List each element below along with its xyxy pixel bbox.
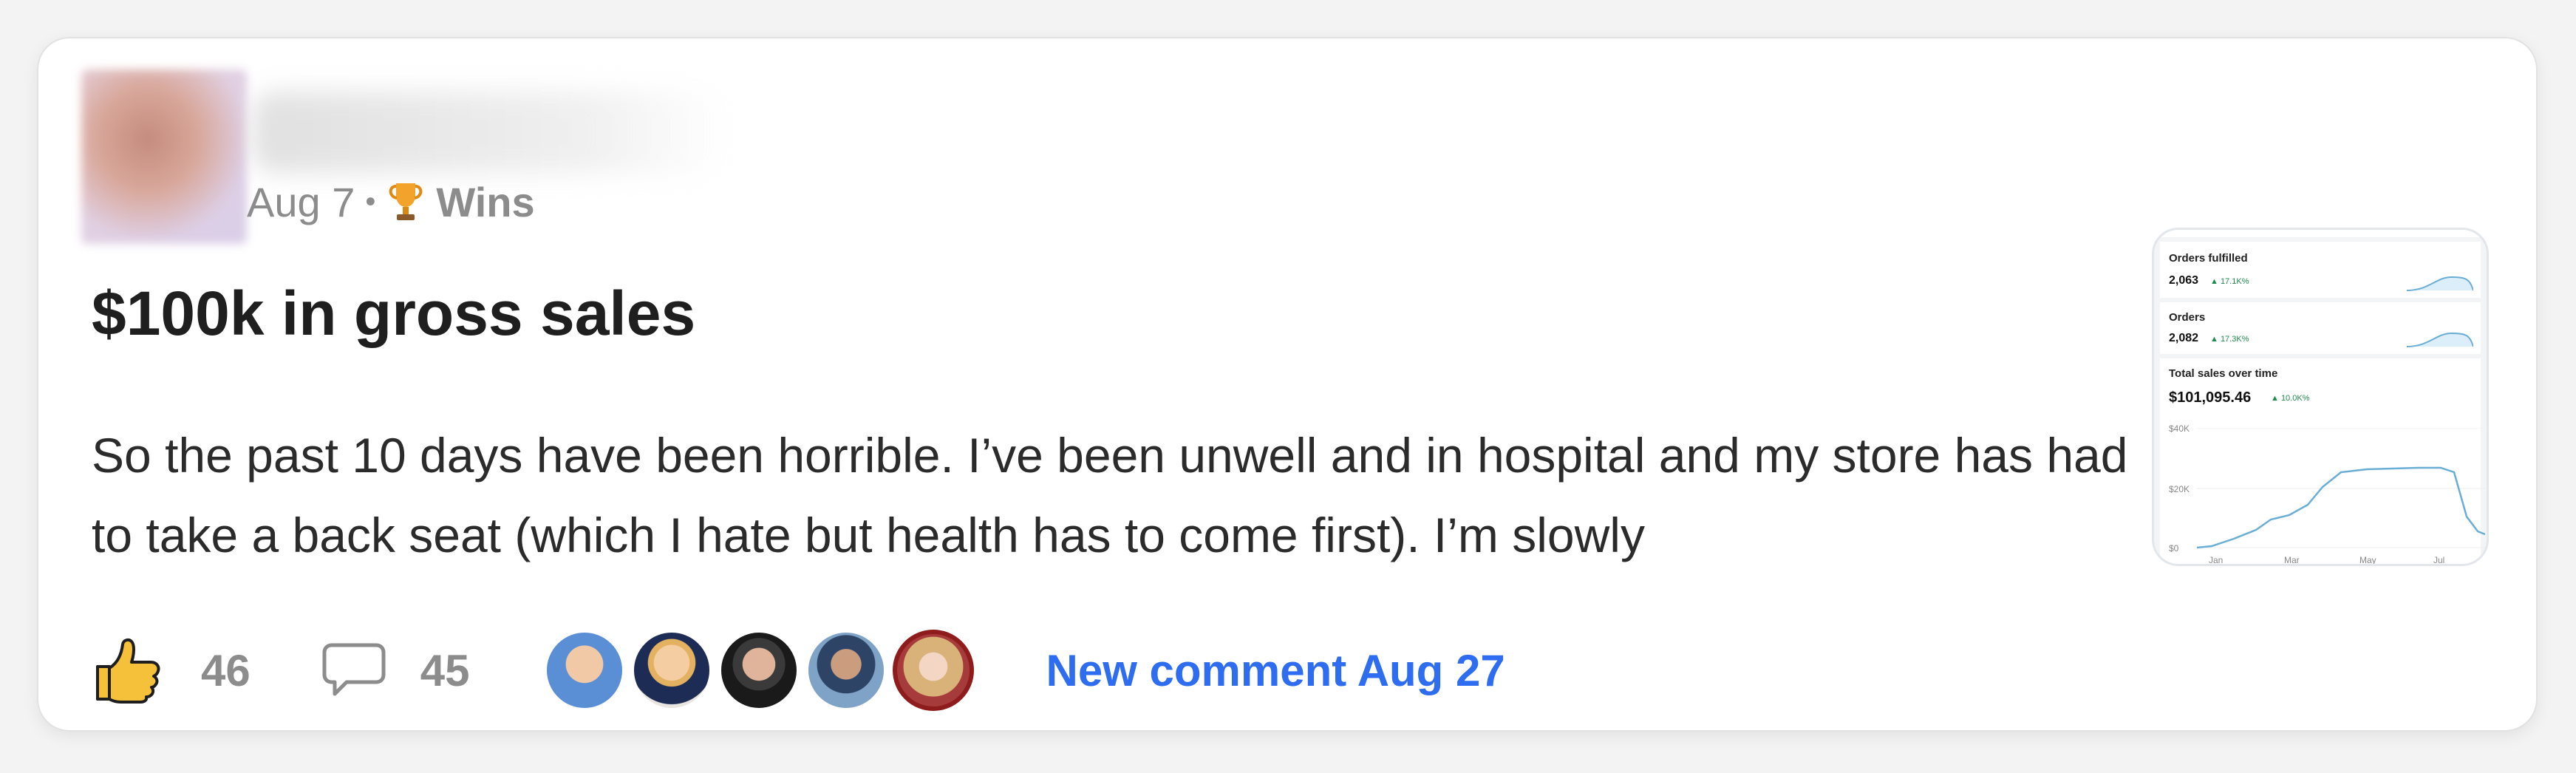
meta-separator: • <box>365 185 376 218</box>
thumb-top-panel <box>2160 230 2481 237</box>
post-date: Aug 7 <box>247 178 355 225</box>
commenter-avatar[interactable] <box>805 630 887 711</box>
thumb-sales-panel: Total sales over time $101,095.46 ▲ 10.0… <box>2160 358 2485 565</box>
new-comment-link[interactable]: New comment Aug 27 <box>1046 645 1505 696</box>
post-body[interactable]: So the past 10 days have been horrible. … <box>92 415 2131 575</box>
thumbs-up-icon[interactable] <box>92 637 163 704</box>
thumb-y-tick: $20K <box>2169 484 2190 494</box>
comment-count: 45 <box>420 645 470 695</box>
like-count: 46 <box>201 645 251 695</box>
thumb-y-tick: $40K <box>2169 423 2190 434</box>
commenter-avatar[interactable] <box>892 630 974 711</box>
commenter-avatar[interactable] <box>630 630 712 711</box>
thumb-orders-fulfilled-panel: Orders fulfilled 2,063 ▲ 17.1K% <box>2160 242 2481 298</box>
post-title[interactable]: $100k in gross sales <box>92 276 2087 350</box>
thumb-orders-value: 2,082 <box>2169 332 2199 344</box>
thumb-sparkline-fulfilled <box>2407 276 2473 291</box>
thumb-sparkline-orders <box>2407 332 2473 347</box>
thumb-sales-change: ▲ 10.0K% <box>2271 394 2310 403</box>
thumb-x-tick: Mar <box>2284 555 2300 565</box>
thumb-sales-label: Total sales over time <box>2169 367 2278 380</box>
thumb-x-tick: May <box>2359 555 2376 565</box>
thumb-y-tick: $0 <box>2169 543 2179 554</box>
thumb-x-tick: Jul <box>2433 555 2445 565</box>
thumb-orders-fulfilled-value: 2,063 <box>2169 274 2199 287</box>
post-meta: Aug 7 • Wins <box>247 176 535 228</box>
thumb-sales-chart <box>2197 428 2485 549</box>
thumb-orders-fulfilled-change: ▲ 17.1K% <box>2210 277 2249 286</box>
author-name-redacted <box>253 92 726 173</box>
commenter-avatar[interactable] <box>543 630 625 711</box>
post-category[interactable]: Wins <box>436 178 534 226</box>
trophy-icon <box>389 183 423 220</box>
post-actions: 46 45 New comment Aug 27 <box>92 622 1505 718</box>
thumb-orders-label: Orders <box>2169 311 2206 324</box>
thumb-orders-change: ▲ 17.3K% <box>2210 335 2249 344</box>
thumb-sales-value: $101,095.46 <box>2169 389 2252 406</box>
thumb-x-tick: Jan <box>2209 555 2224 565</box>
commenter-avatar[interactable] <box>718 630 800 711</box>
author-avatar[interactable] <box>81 69 247 244</box>
thumb-orders-panel: Orders 2,082 ▲ 17.3K% <box>2160 302 2481 354</box>
post-image-thumbnail[interactable]: Orders fulfilled 2,063 ▲ 17.1K% Orders 2… <box>2152 228 2489 566</box>
post-card[interactable]: Aug 7 • Wins $100k in gross sales So the… <box>37 37 2538 732</box>
speech-bubble-icon[interactable] <box>321 641 386 700</box>
thumb-orders-fulfilled-label: Orders fulfilled <box>2169 252 2248 265</box>
commenter-avatars[interactable] <box>543 622 987 718</box>
